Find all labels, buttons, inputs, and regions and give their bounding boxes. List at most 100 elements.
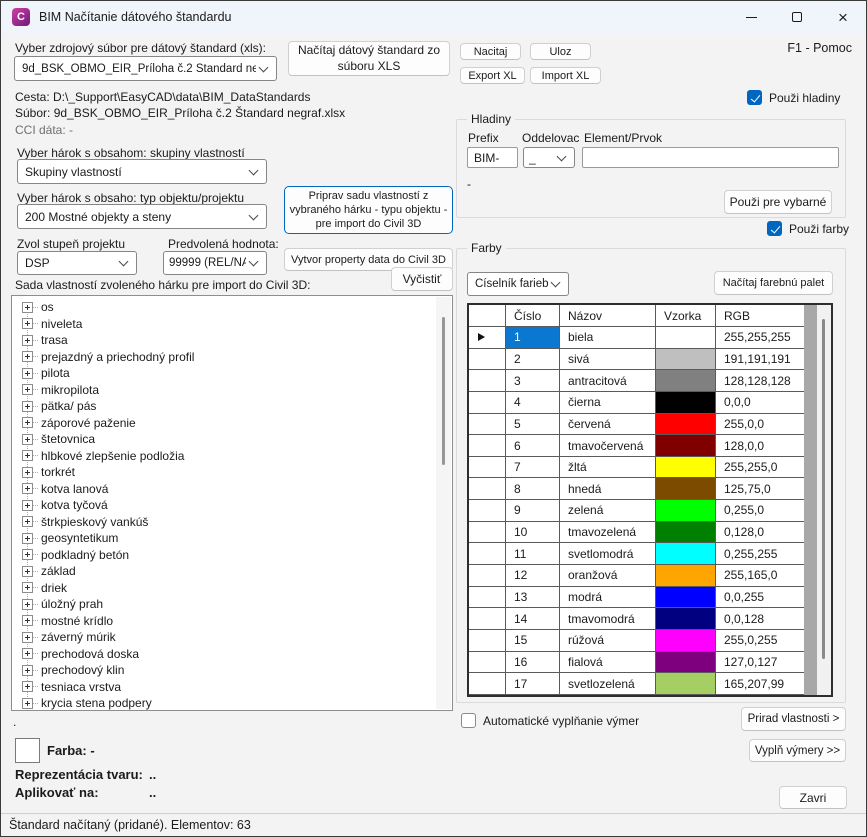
import-xl-button[interactable]: Import XL [530,67,601,84]
prepare-property-set-button[interactable]: Priprav sadu vlastností z vybraného hárk… [284,186,453,234]
expand-plus-icon[interactable] [22,665,33,676]
expand-plus-icon[interactable] [22,302,33,313]
expand-plus-icon[interactable] [22,368,33,379]
color-table-row[interactable]: 4 čierna 0,0,0 [469,392,831,414]
tree-item[interactable]: geosyntetikum [12,530,435,547]
color-table-row[interactable]: 13 modrá 0,0,255 [469,587,831,609]
expand-plus-icon[interactable] [22,401,33,412]
use-colors-checkbox[interactable]: Použi farby [767,221,849,236]
tree-item[interactable]: záverný múrik [12,629,435,646]
export-xl-button[interactable]: Export XL [460,67,525,84]
tree-scrollbar-thumb[interactable] [442,317,445,465]
tree-item[interactable]: úložný prah [12,596,435,613]
close-dialog-button[interactable]: Zavri [779,786,847,809]
tree-item[interactable]: torkrét [12,464,435,481]
expand-plus-icon[interactable] [22,318,33,329]
color-table-row[interactable]: 15 rúžová 255,0,255 [469,630,831,652]
fill-dimensions-button[interactable]: Vyplň výmery >> [749,739,846,762]
default-value-combo[interactable]: 99999 (REL/NA) [163,251,267,275]
close-button[interactable]: × [820,1,866,33]
tree-item[interactable]: pätka/ pás [12,398,435,415]
tree-item-label: torkrét [41,465,75,479]
load-button[interactable]: Nacitaj [460,43,521,60]
color-table-row[interactable]: 1 biela 255,255,255 [469,327,831,349]
save-button[interactable]: Uloz [530,43,591,60]
load-xls-button[interactable]: Načítaj dátový štandard zo súboru XLS [288,41,450,76]
expand-plus-icon[interactable] [22,450,33,461]
type-sheet-combo[interactable]: 200 Mostné objekty a steny [17,204,267,229]
color-table-row[interactable]: 5 červená 255,0,0 [469,414,831,436]
expand-plus-icon[interactable] [22,599,33,610]
clear-button[interactable]: Vyčistiť [391,267,453,291]
source-file-combo[interactable]: 9d_BSK_OBMO_EIR_Príloha č.2 Štandard neg [14,56,277,81]
tree-item[interactable]: záporové paženie [12,415,435,432]
expand-plus-icon[interactable] [22,698,33,709]
color-table-row[interactable]: 14 tmavomodrá 0,0,128 [469,608,831,630]
expand-plus-icon[interactable] [22,417,33,428]
expand-plus-icon[interactable] [22,483,33,494]
tree-item[interactable]: podkladný betón [12,547,435,564]
tree-item[interactable]: niveleta [12,316,435,333]
expand-plus-icon[interactable] [22,566,33,577]
project-stage-combo[interactable]: DSP [17,251,137,275]
expand-plus-icon[interactable] [22,648,33,659]
expand-plus-icon[interactable] [22,582,33,593]
expand-plus-icon[interactable] [22,615,33,626]
table-scrollbar-thumb[interactable] [822,319,825,659]
tree-item[interactable]: mostné krídlo [12,613,435,630]
color-table-row[interactable]: 3 antracitová 128,128,128 [469,370,831,392]
color-table-row[interactable]: 8 hnedá 125,75,0 [469,478,831,500]
expand-plus-icon[interactable] [22,533,33,544]
expand-plus-icon[interactable] [22,500,33,511]
apply-selected-button[interactable]: Použi pre vybarné [724,190,832,214]
expand-plus-icon[interactable] [22,335,33,346]
tree-scrollbar[interactable] [436,297,451,709]
tree-item[interactable]: tesniaca vrstva [12,679,435,696]
assign-properties-button[interactable]: Prirad vlastnosti > [741,707,846,731]
expand-plus-icon[interactable] [22,384,33,395]
expand-plus-icon[interactable] [22,632,33,643]
tree-item[interactable]: os [12,299,435,316]
color-table-row[interactable]: 17 svetlozelená 165,207,99 [469,673,831,695]
tree-item[interactable]: trasa [12,332,435,349]
table-scrollbar[interactable] [817,305,831,695]
expand-plus-icon[interactable] [22,516,33,527]
tree-item[interactable]: kotva lanová [12,481,435,498]
tree-item[interactable]: driek [12,580,435,597]
tree-item[interactable]: prechodový klin [12,662,435,679]
use-layers-checkbox[interactable]: Použi hladiny [747,90,840,105]
color-table-row[interactable]: 7 žltá 255,255,0 [469,457,831,479]
tree-item[interactable]: prejazdný a priechodný profil [12,349,435,366]
load-palette-button[interactable]: Načítaj farebnú palet [714,271,833,295]
color-table-row[interactable]: 11 svetlomodrá 0,255,255 [469,543,831,565]
expand-plus-icon[interactable] [22,549,33,560]
prefix-input[interactable]: BIM- [467,147,518,168]
tree-item[interactable]: prechodová doska [12,646,435,663]
color-list-combo[interactable]: Číselník farieb [467,272,569,296]
expand-plus-icon[interactable] [22,467,33,478]
tree-item[interactable]: štetovnica [12,431,435,448]
minimize-button[interactable] [728,1,774,33]
element-input[interactable] [582,147,839,168]
color-table-row[interactable]: 10 tmavozelená 0,128,0 [469,522,831,544]
auto-fill-checkbox[interactable]: Automatické vyplňanie výmer [461,713,639,728]
tree-item[interactable]: hlbkové zlepšenie podložia [12,448,435,465]
tree-item[interactable]: pilota [12,365,435,382]
color-swatch-cell [656,500,716,521]
tree-item[interactable]: štrkpieskový vankúš [12,514,435,531]
color-table-row[interactable]: 6 tmavočervená 128,0,0 [469,435,831,457]
tree-item[interactable]: mikropilota [12,382,435,399]
color-table-row[interactable]: 12 oranžová 255,165,0 [469,565,831,587]
color-table-row[interactable]: 2 sivá 191,191,191 [469,349,831,371]
expand-plus-icon[interactable] [22,434,33,445]
tree-item[interactable]: základ [12,563,435,580]
groups-sheet-combo[interactable]: Skupiny vlastností [17,159,267,184]
tree-item[interactable]: kotva tyčová [12,497,435,514]
separator-combo[interactable]: _ [523,147,575,168]
tree-item[interactable]: krycia stena podpery [12,695,435,711]
expand-plus-icon[interactable] [22,351,33,362]
maximize-button[interactable] [774,1,820,33]
color-table-row[interactable]: 16 fialová 127,0,127 [469,652,831,674]
color-table-row[interactable]: 9 zelená 0,255,0 [469,500,831,522]
expand-plus-icon[interactable] [22,681,33,692]
